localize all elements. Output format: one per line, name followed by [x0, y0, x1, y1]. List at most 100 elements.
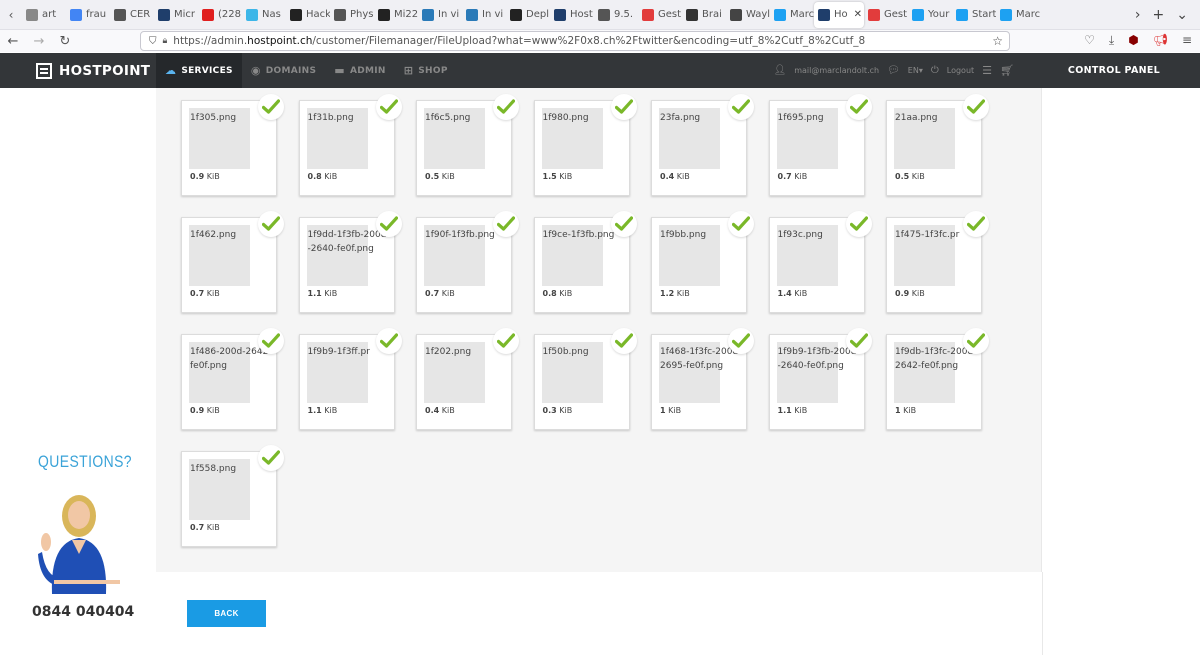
browser-tab[interactable]: (228 — [198, 2, 242, 28]
power-icon[interactable]: ⏻ — [931, 65, 939, 76]
pocket-icon[interactable]: ♡ — [1084, 33, 1095, 48]
file-card[interactable]: 1f50b.png 0.3 KiB — [533, 328, 637, 430]
browser-tab[interactable]: Hack — [286, 2, 330, 28]
browser-tab[interactable]: Marc — [770, 2, 814, 28]
file-size: 1.1 KiB — [777, 406, 808, 415]
file-size: 1.1 KiB — [307, 406, 338, 415]
file-card[interactable]: 1f31b.png 0.8 KiB — [298, 94, 402, 196]
download-icon[interactable]: ⤓ — [1109, 33, 1114, 48]
support-agent-avatar — [38, 495, 120, 594]
logout-link[interactable]: Logout — [947, 66, 974, 75]
browser-tab[interactable]: Gest — [864, 2, 908, 28]
file-card[interactable]: 1f9ce-1f3fb.png 0.8 KiB — [533, 211, 637, 313]
file-card[interactable]: 1f475-1f3fc.pr 0.9 KiB — [886, 211, 989, 313]
file-name: 1f9b9-1f3fb-200d-2640-fe0f.png — [777, 347, 857, 371]
browser-tab[interactable]: Brai — [682, 2, 726, 28]
browser-tab[interactable]: Phys — [330, 2, 374, 28]
tab-scroll-left-icon[interactable]: ‹ — [0, 8, 22, 22]
nav-item-label: DOMAINS — [265, 65, 317, 76]
back-arrow-icon[interactable]: ← — [0, 34, 26, 49]
nav-item-admin[interactable]: ▬ ADMIN — [325, 53, 394, 88]
file-card[interactable]: 21aa.png 0.5 KiB — [886, 94, 989, 196]
browser-tab[interactable]: In vi — [418, 2, 462, 28]
logo-text: HOSTPOINT — [59, 62, 151, 79]
new-tab-icon[interactable]: + — [1153, 7, 1165, 23]
cart-icon[interactable]: 🛒︎ — [1000, 64, 1014, 77]
browser-tab[interactable]: frau — [66, 2, 110, 28]
file-card[interactable]: 1f980.png 1.5 KiB — [533, 94, 637, 196]
file-card[interactable]: 1f93c.png 1.4 KiB — [768, 211, 872, 313]
nav-item-shop[interactable]: ⊞ SHOP — [395, 53, 457, 88]
tab-scroll-right-icon[interactable]: › — [1135, 7, 1141, 23]
hostpoint-logo[interactable]: HOSTPOINT — [36, 62, 156, 79]
upload-success-check-icon — [258, 94, 284, 120]
browser-tab-label: Host — [570, 9, 593, 20]
browser-tab-label: Gest — [658, 9, 682, 20]
language-selector[interactable]: EN▾ — [908, 66, 923, 75]
list-icon[interactable]: ☰ — [982, 64, 992, 77]
file-size: 0.4 KiB — [660, 172, 690, 181]
browser-tab[interactable]: In vi — [462, 2, 506, 28]
browser-tab[interactable]: Mi22 — [374, 2, 418, 28]
back-button[interactable]: BACK — [187, 600, 266, 627]
browser-tab[interactable]: Host — [550, 2, 594, 28]
file-card[interactable]: 1f90f-1f3fb.png 0.7 KiB — [416, 211, 519, 313]
browser-tab-label: Depl — [526, 9, 549, 20]
browser-tab[interactable]: Wayl — [726, 2, 770, 28]
file-card[interactable]: 1f9b9-1f3ff.pr 1.1 KiB — [298, 328, 402, 430]
browser-tab[interactable]: Micr — [154, 2, 198, 28]
browser-tab[interactable]: 9.5. — [594, 2, 638, 28]
browser-tab-label: Ho — [834, 9, 848, 20]
file-size: 0.7 KiB — [425, 289, 455, 298]
file-size: 0.9 KiB — [190, 172, 220, 181]
reload-icon[interactable]: ↻ — [52, 34, 78, 49]
file-card[interactable]: 1f695.png 0.7 KiB — [768, 94, 872, 196]
file-card[interactable]: 23fa.png 0.4 KiB — [651, 94, 754, 196]
browser-tab[interactable]: Gest — [638, 2, 682, 28]
browser-tab[interactable]: Ho ✕ — [814, 1, 864, 28]
menu-icon[interactable]: ≡ — [1182, 33, 1192, 48]
nav-item-label: ADMIN — [349, 65, 386, 76]
browser-tab[interactable]: Depl — [506, 2, 550, 28]
google-icon — [70, 8, 82, 21]
file-card[interactable]: 1f558.png 0.7 KiB — [181, 445, 284, 547]
extension-megaphone-icon[interactable]: 📢︎ — [1153, 33, 1168, 48]
close-tab-icon[interactable]: ✕ — [854, 9, 862, 20]
browser-tab-label: frau — [86, 9, 107, 20]
file-card[interactable]: 1f9db-1f3fc-200d-2642-fe0f.png 1 KiB — [886, 328, 989, 430]
nav-item-domains[interactable]: ◉ DOMAINS — [242, 53, 325, 88]
upload-success-check-icon — [845, 328, 872, 354]
file-card[interactable]: 1f202.png 0.4 KiB — [416, 328, 519, 430]
chat-icon[interactable]: 💬︎ — [887, 65, 900, 76]
browser-tab[interactable]: Your — [908, 2, 952, 28]
extension-ublock-icon[interactable]: ⬢ — [1128, 33, 1138, 48]
bookmark-star-icon[interactable]: ☆ — [992, 34, 1003, 48]
main-nav: ☁ SERVICES ◉ DOMAINS ▬ ADMIN ⊞ SHOP — [156, 53, 457, 88]
shield-icon[interactable]: ⛉ — [149, 36, 157, 47]
file-size: 0.5 KiB — [895, 172, 925, 181]
file-card[interactable]: 1f9bb.png 1.2 KiB — [651, 211, 754, 313]
upload-success-check-icon — [375, 211, 402, 237]
lock-icon[interactable]: 🔒︎ — [163, 36, 168, 46]
file-card[interactable]: 1f9b9-1f3fb-200d-2640-fe0f.png 1.1 KiB — [768, 328, 872, 430]
browser-tab[interactable]: art — [22, 2, 66, 28]
file-card[interactable]: 1f462.png 0.7 KiB — [181, 211, 284, 313]
user-email[interactable]: mail@marclandolt.ch — [794, 66, 879, 75]
file-card[interactable]: 1f468-1f3fc-200d-2695-fe0f.png 1 KiB — [651, 328, 754, 430]
browser-tab[interactable]: CER — [110, 2, 154, 28]
url-bar[interactable]: ⛉ 🔒︎ https://admin.hostpoint.ch/customer… — [140, 31, 1010, 51]
cloud-icon: ☁ — [165, 64, 177, 77]
upload-success-check-icon — [610, 211, 637, 237]
file-card[interactable]: 1f6c5.png 0.5 KiB — [416, 94, 519, 196]
file-card[interactable]: 1f486-200d-2642-fe0f.png 0.9 KiB — [181, 328, 284, 430]
browser-tab[interactable]: Marc — [996, 2, 1040, 28]
forward-arrow-icon[interactable]: → — [26, 34, 52, 49]
file-card[interactable]: 1f9dd-1f3fb-200d-2640-fe0f.png 1.1 KiB — [298, 211, 402, 313]
support-phone[interactable]: 0844 040404 — [32, 604, 134, 620]
browser-tab[interactable]: Nas — [242, 2, 286, 28]
list-all-tabs-icon[interactable]: ⌄ — [1176, 7, 1188, 23]
at-sign-icon — [114, 8, 126, 21]
file-card[interactable]: 1f305.png 0.9 KiB — [181, 94, 284, 196]
nav-item-services[interactable]: ☁ SERVICES — [156, 53, 242, 88]
browser-tab[interactable]: Start — [952, 2, 996, 28]
